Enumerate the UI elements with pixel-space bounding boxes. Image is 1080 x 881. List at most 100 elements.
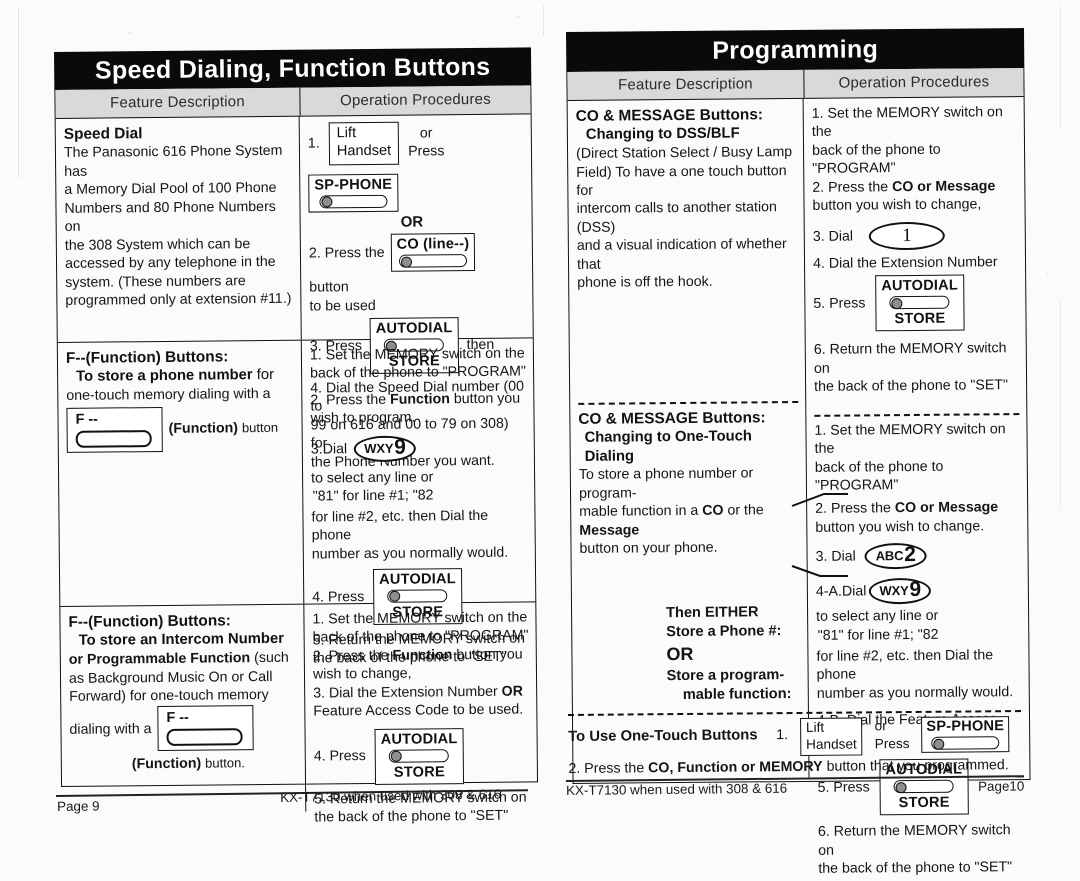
section-divider (814, 412, 1020, 417)
step4a-post-line2: "81" for line #1; "82 (817, 626, 939, 644)
lift-handset-box: Lift Handset (799, 717, 863, 757)
feature-body: To store a phone number or program- mabl… (579, 464, 800, 558)
feature-body-line-3: intercom calls to another station (DSS) (576, 199, 777, 236)
step3-cont-line2: number as you normally would. (311, 544, 509, 563)
step2-post: button you (456, 646, 523, 664)
function-caption-rest: button. (205, 755, 245, 771)
step3-post-line2: "81" for line #1; "82 (312, 487, 434, 505)
keypad-key-9-wxy[interactable]: WXY 9 (353, 435, 417, 462)
section-divider (578, 400, 799, 405)
step3-cont-line1: for line #2, etc. then Dial the phone (311, 507, 489, 544)
sp-phone-button[interactable]: SP-PHONE (921, 716, 1010, 753)
step3-text: 3. Dial (812, 228, 854, 245)
lift-handset-line1: Lift (336, 125, 357, 142)
operation-step-5: 5. Press AUTODIAL STORE (813, 274, 1018, 332)
feature-body-line-4: and a visual indication of whether that (576, 236, 787, 273)
feature-cell: Speed Dial The Panasonic 616 Phone Syste… (55, 116, 302, 342)
operation-step-3: 3.Dial WXY 9 to select any line or "81" … (311, 434, 528, 506)
branch-then-either: Then EITHER (666, 603, 759, 621)
feature-cell: F--(Function) Buttons: To store an Inter… (60, 604, 307, 814)
step2-bold: CO or Message (894, 499, 999, 517)
right-page-banner: Programming (566, 28, 1025, 72)
feature-title: CO & MESSAGE Buttons: (575, 106, 764, 125)
branch-option-b-line1: Store a program- (666, 667, 785, 685)
step4-text: 4. Press (313, 748, 366, 766)
autodial-store-button[interactable]: AUTODIAL STORE (875, 274, 965, 332)
keypad-key-1[interactable]: 1 (868, 221, 946, 251)
column-header-operation-procedures: Operation Procedures (340, 90, 491, 110)
keypad-digit: 9 (394, 435, 407, 459)
column-header-operation-procedures: Operation Procedures (838, 73, 990, 92)
step4a-trailing: to select any line or "81" for line #1; … (816, 607, 939, 645)
autodial-store-button[interactable]: AUTODIAL STORE (374, 727, 464, 785)
step4a-continuation: for line #2, etc. then Dial the phone nu… (816, 646, 1021, 703)
right-page-title: Programming (712, 34, 879, 65)
button-led-pill-icon (387, 589, 448, 603)
feature-body-line-1: To store a phone number or program- (578, 465, 754, 502)
connector-line-store-function (791, 565, 848, 577)
step1-line2: back of the phone to "PROGRAM" (811, 141, 941, 178)
table-row: CO & MESSAGE Buttons: Changing to DSS/BL… (567, 97, 1030, 877)
step2-line2: wish to program. (310, 409, 416, 427)
or-label: or (419, 125, 433, 142)
feature-body-line-b: Forward) for one-touch memory (69, 686, 269, 705)
right-page: Programming Feature Description Operatio… (566, 28, 1031, 877)
feature-line2-rest: (such (254, 649, 289, 667)
step2-line1: 2. Press the Function button you (310, 389, 526, 410)
function-key-pill-icon (75, 429, 152, 448)
operation-step-4: 4. Dial the Extension Number (812, 254, 998, 272)
feature-subtitle-rest: for (256, 367, 275, 384)
branch-or: OR (666, 643, 694, 664)
operation-step-6: 6. Return the MEMORY switch on the back … (814, 339, 1019, 396)
f-function-key-box[interactable]: F -- (66, 406, 163, 453)
keypad-letters: WXY (879, 583, 909, 599)
sp-phone-button[interactable]: SP-PHONE (308, 173, 399, 213)
step2-trailing-text: button to be used (309, 278, 376, 316)
step1-line1: 1. Set the MEMORY switch on the (811, 104, 1003, 141)
body-line2-pre: mable function in a (579, 503, 699, 521)
operation-step-3: 3. Dial 1 (813, 221, 1018, 251)
keypad-key-9-wxy[interactable]: WXY 9 (869, 578, 932, 605)
function-caption-rest: button (241, 419, 279, 435)
column-header-feature-description: Feature Description (567, 69, 805, 100)
step6-line1: 6. Return the MEMORY switch on (813, 340, 1007, 377)
step2-line2: wish to change, (312, 665, 412, 683)
right-page-number: Page10 (978, 778, 1025, 794)
step4a-post-line1: to select any line or (816, 607, 939, 625)
lift-handset-box: Lift Handset (328, 121, 400, 165)
one-touch-usage-row: To Use One-Touch Buttons 1. Lift Handset… (568, 716, 1021, 758)
step3-continuation: for line #2, etc. then Dial the phone nu… (311, 506, 528, 563)
operation-cell: 1. Set the MEMORY switch on the back of … (304, 602, 537, 825)
keypad-digit: 1 (902, 224, 912, 246)
operation-step-2: 2. Press the CO (line--) button to be us… (309, 233, 526, 316)
f-function-key-box[interactable]: F -- (157, 705, 254, 752)
step2-line1: 2. Press the CO or Message (812, 177, 1017, 197)
step2-after-line1: button (309, 279, 349, 296)
feature-cell: F--(Function) Buttons: To store a phone … (57, 340, 305, 606)
left-page-title: Speed Dialing, Function Buttons (94, 52, 491, 85)
autodial-label: AUTODIAL (380, 730, 458, 748)
feature-body-line-1: (Direct Station Select / Busy Lamp (575, 144, 793, 162)
or-divider-label: OR (400, 213, 424, 231)
left-page-number: Page 9 (57, 798, 100, 814)
step3-line2: Feature Access Code to be used. (313, 701, 524, 720)
body-line2-mid: or the (727, 502, 764, 519)
lift-handset-line2: Handset (336, 142, 392, 160)
feature-body-line2: or Programmable Function (such (69, 649, 297, 670)
left-page-banner: Speed Dialing, Function Buttons (54, 47, 532, 90)
function-caption-bold: (Function) (131, 756, 202, 773)
connector-line-store-phone (791, 493, 848, 507)
keypad-key-2-abc[interactable]: ABC 2 (864, 543, 927, 570)
operation-step-4: 4. Press AUTODIAL STORE (314, 727, 531, 785)
sp-phone-label: SP-PHONE (314, 176, 393, 194)
co-line-button[interactable]: CO (line--) (390, 233, 476, 272)
feature-subtitle: Changing to DSS/BLF (585, 125, 740, 144)
step1-or-press: or Press (408, 124, 445, 161)
operation-step-2: 2. Press the Function button you wish to… (313, 645, 529, 684)
feature-title: F--(Function) Buttons: (65, 348, 229, 367)
body-line2-bold-message: Message (579, 522, 640, 539)
step2-after-line2: to be used (309, 297, 376, 315)
feature-body: (Direct Station Select / Busy Lamp Field… (576, 143, 797, 293)
step1-line2: back of the phone to "PROGRAM" (312, 627, 529, 646)
step6-line2: the back of the phone to "SET" (818, 859, 1013, 878)
